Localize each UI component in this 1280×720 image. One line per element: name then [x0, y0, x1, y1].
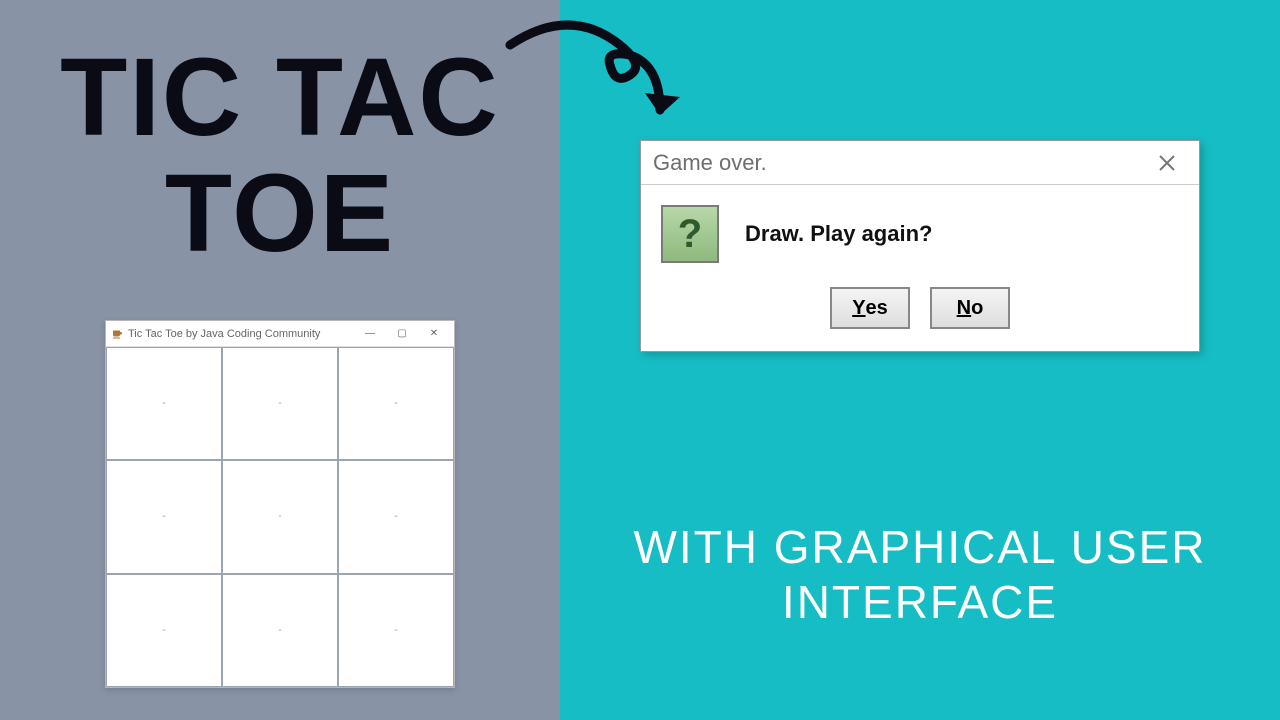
game-window-title: Tic Tac Toe by Java Coding Community — [128, 328, 354, 340]
no-rest: o — [971, 297, 983, 320]
window-controls: — ▢ ✕ — [354, 324, 450, 344]
dialog-button-row: Yes No — [641, 273, 1199, 351]
no-button[interactable]: No — [930, 287, 1010, 329]
grid-cell[interactable]: - — [222, 347, 338, 460]
title-line-1: TIC TAC — [0, 40, 560, 156]
java-icon — [110, 327, 124, 341]
left-panel: TIC TAC TOE Tic Tac Toe by Java Coding C… — [0, 0, 560, 720]
grid-cell[interactable]: - — [106, 574, 222, 687]
subtitle-line-1: WITH GRAPHICAL USER — [560, 520, 1280, 575]
maximize-button[interactable]: ▢ — [386, 324, 418, 344]
dialog-message: Draw. Play again? — [745, 221, 932, 247]
game-titlebar[interactable]: Tic Tac Toe by Java Coding Community — ▢… — [106, 321, 454, 347]
dialog-titlebar[interactable]: Game over. — [641, 141, 1199, 185]
game-over-dialog: Game over. ? Draw. Play again? Yes No — [640, 140, 1200, 352]
main-title: TIC TAC TOE — [0, 0, 560, 271]
dialog-body: ? Draw. Play again? — [641, 185, 1199, 273]
subtitle: WITH GRAPHICAL USER INTERFACE — [560, 520, 1280, 630]
grid-cell[interactable]: - — [106, 460, 222, 573]
dialog-title: Game over. — [653, 150, 1147, 176]
game-grid: - - - - - - - - - — [106, 347, 454, 687]
yes-rest: es — [866, 297, 888, 320]
yes-mnemonic: Y — [852, 297, 865, 320]
tic-tac-toe-window: Tic Tac Toe by Java Coding Community — ▢… — [105, 320, 455, 688]
grid-cell[interactable]: - — [338, 574, 454, 687]
right-panel: Game over. ? Draw. Play again? Yes No WI… — [560, 0, 1280, 720]
close-button[interactable]: ✕ — [418, 324, 450, 344]
dialog-close-button[interactable] — [1147, 148, 1187, 178]
yes-button[interactable]: Yes — [830, 287, 910, 329]
grid-cell[interactable]: - — [338, 460, 454, 573]
grid-cell[interactable]: - — [222, 460, 338, 573]
grid-cell[interactable]: - — [338, 347, 454, 460]
title-line-2: TOE — [0, 156, 560, 272]
grid-cell[interactable]: - — [222, 574, 338, 687]
grid-cell[interactable]: - — [106, 347, 222, 460]
close-icon — [1157, 153, 1177, 173]
no-mnemonic: N — [957, 297, 971, 320]
question-icon: ? — [661, 205, 719, 263]
subtitle-line-2: INTERFACE — [560, 575, 1280, 630]
minimize-button[interactable]: — — [354, 324, 386, 344]
